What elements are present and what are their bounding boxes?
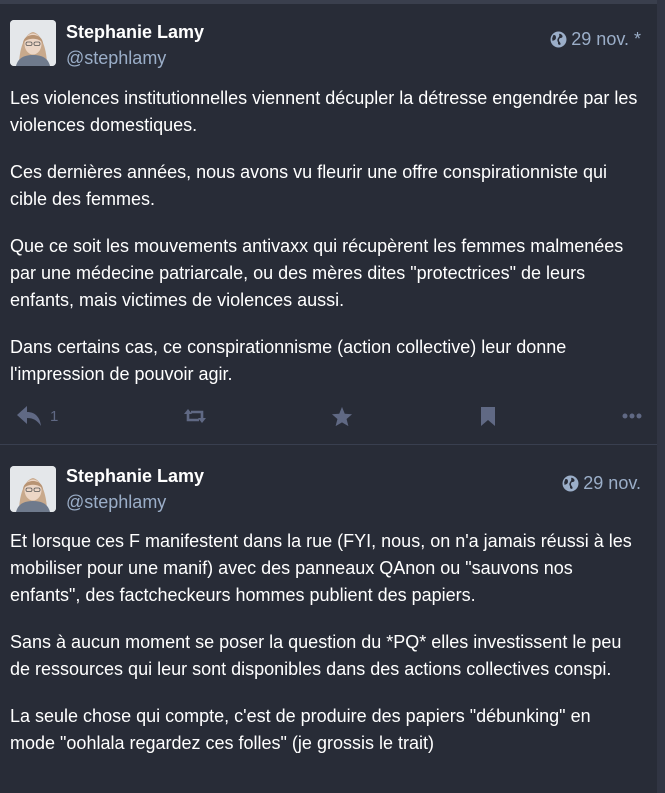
display-name[interactable]: Stephanie Lamy: [66, 22, 204, 43]
display-name[interactable]: Stephanie Lamy: [66, 466, 204, 487]
status-card[interactable]: Stephanie Lamy @stephlamy 29 nov. Et lor…: [0, 446, 657, 793]
paragraph: La seule chose qui compte, c'est de prod…: [10, 706, 591, 753]
reply-button[interactable]: 1: [16, 401, 58, 431]
account-handle[interactable]: @stephlamy: [66, 48, 166, 69]
scrollbar[interactable]: [657, 0, 665, 793]
globe-icon: [562, 475, 579, 492]
status-content: Les violences institutionnelles viennent…: [10, 85, 640, 408]
action-bar: 1: [0, 401, 657, 431]
paragraph: Et lorsque ces F manifestent dans la rue…: [10, 531, 632, 605]
star-icon: [331, 406, 353, 427]
status-date[interactable]: 29 nov. *: [571, 29, 641, 50]
paragraph: Dans certains cas, ce conspirationnisme …: [10, 337, 567, 384]
avatar[interactable]: [10, 20, 56, 66]
bookmark-icon: [480, 406, 496, 427]
ellipsis-icon: [622, 413, 642, 419]
boost-button[interactable]: [184, 401, 206, 431]
paragraph: Sans à aucun moment se poser la question…: [10, 632, 622, 679]
reply-icon: [16, 405, 42, 427]
avatar[interactable]: [10, 466, 56, 512]
account-handle[interactable]: @stephlamy: [66, 492, 166, 513]
status-meta[interactable]: 29 nov.: [562, 473, 641, 494]
globe-icon: [550, 31, 567, 48]
status-content: Et lorsque ces F manifestent dans la rue…: [10, 528, 640, 777]
status-card[interactable]: Stephanie Lamy @stephlamy 29 nov. * Les …: [0, 4, 657, 445]
more-button[interactable]: [622, 401, 642, 431]
favourite-button[interactable]: [331, 401, 353, 431]
reply-count: 1: [50, 407, 59, 425]
paragraph: Que ce soit les mouvements antivaxx qui …: [10, 236, 624, 310]
paragraph: Ces dernières années, nous avons vu fleu…: [10, 162, 608, 209]
paragraph: Les violences institutionnelles viennent…: [10, 88, 638, 135]
status-date[interactable]: 29 nov.: [583, 473, 641, 494]
bookmark-button[interactable]: [480, 401, 496, 431]
status-meta[interactable]: 29 nov. *: [550, 29, 641, 50]
boost-icon: [184, 407, 206, 425]
